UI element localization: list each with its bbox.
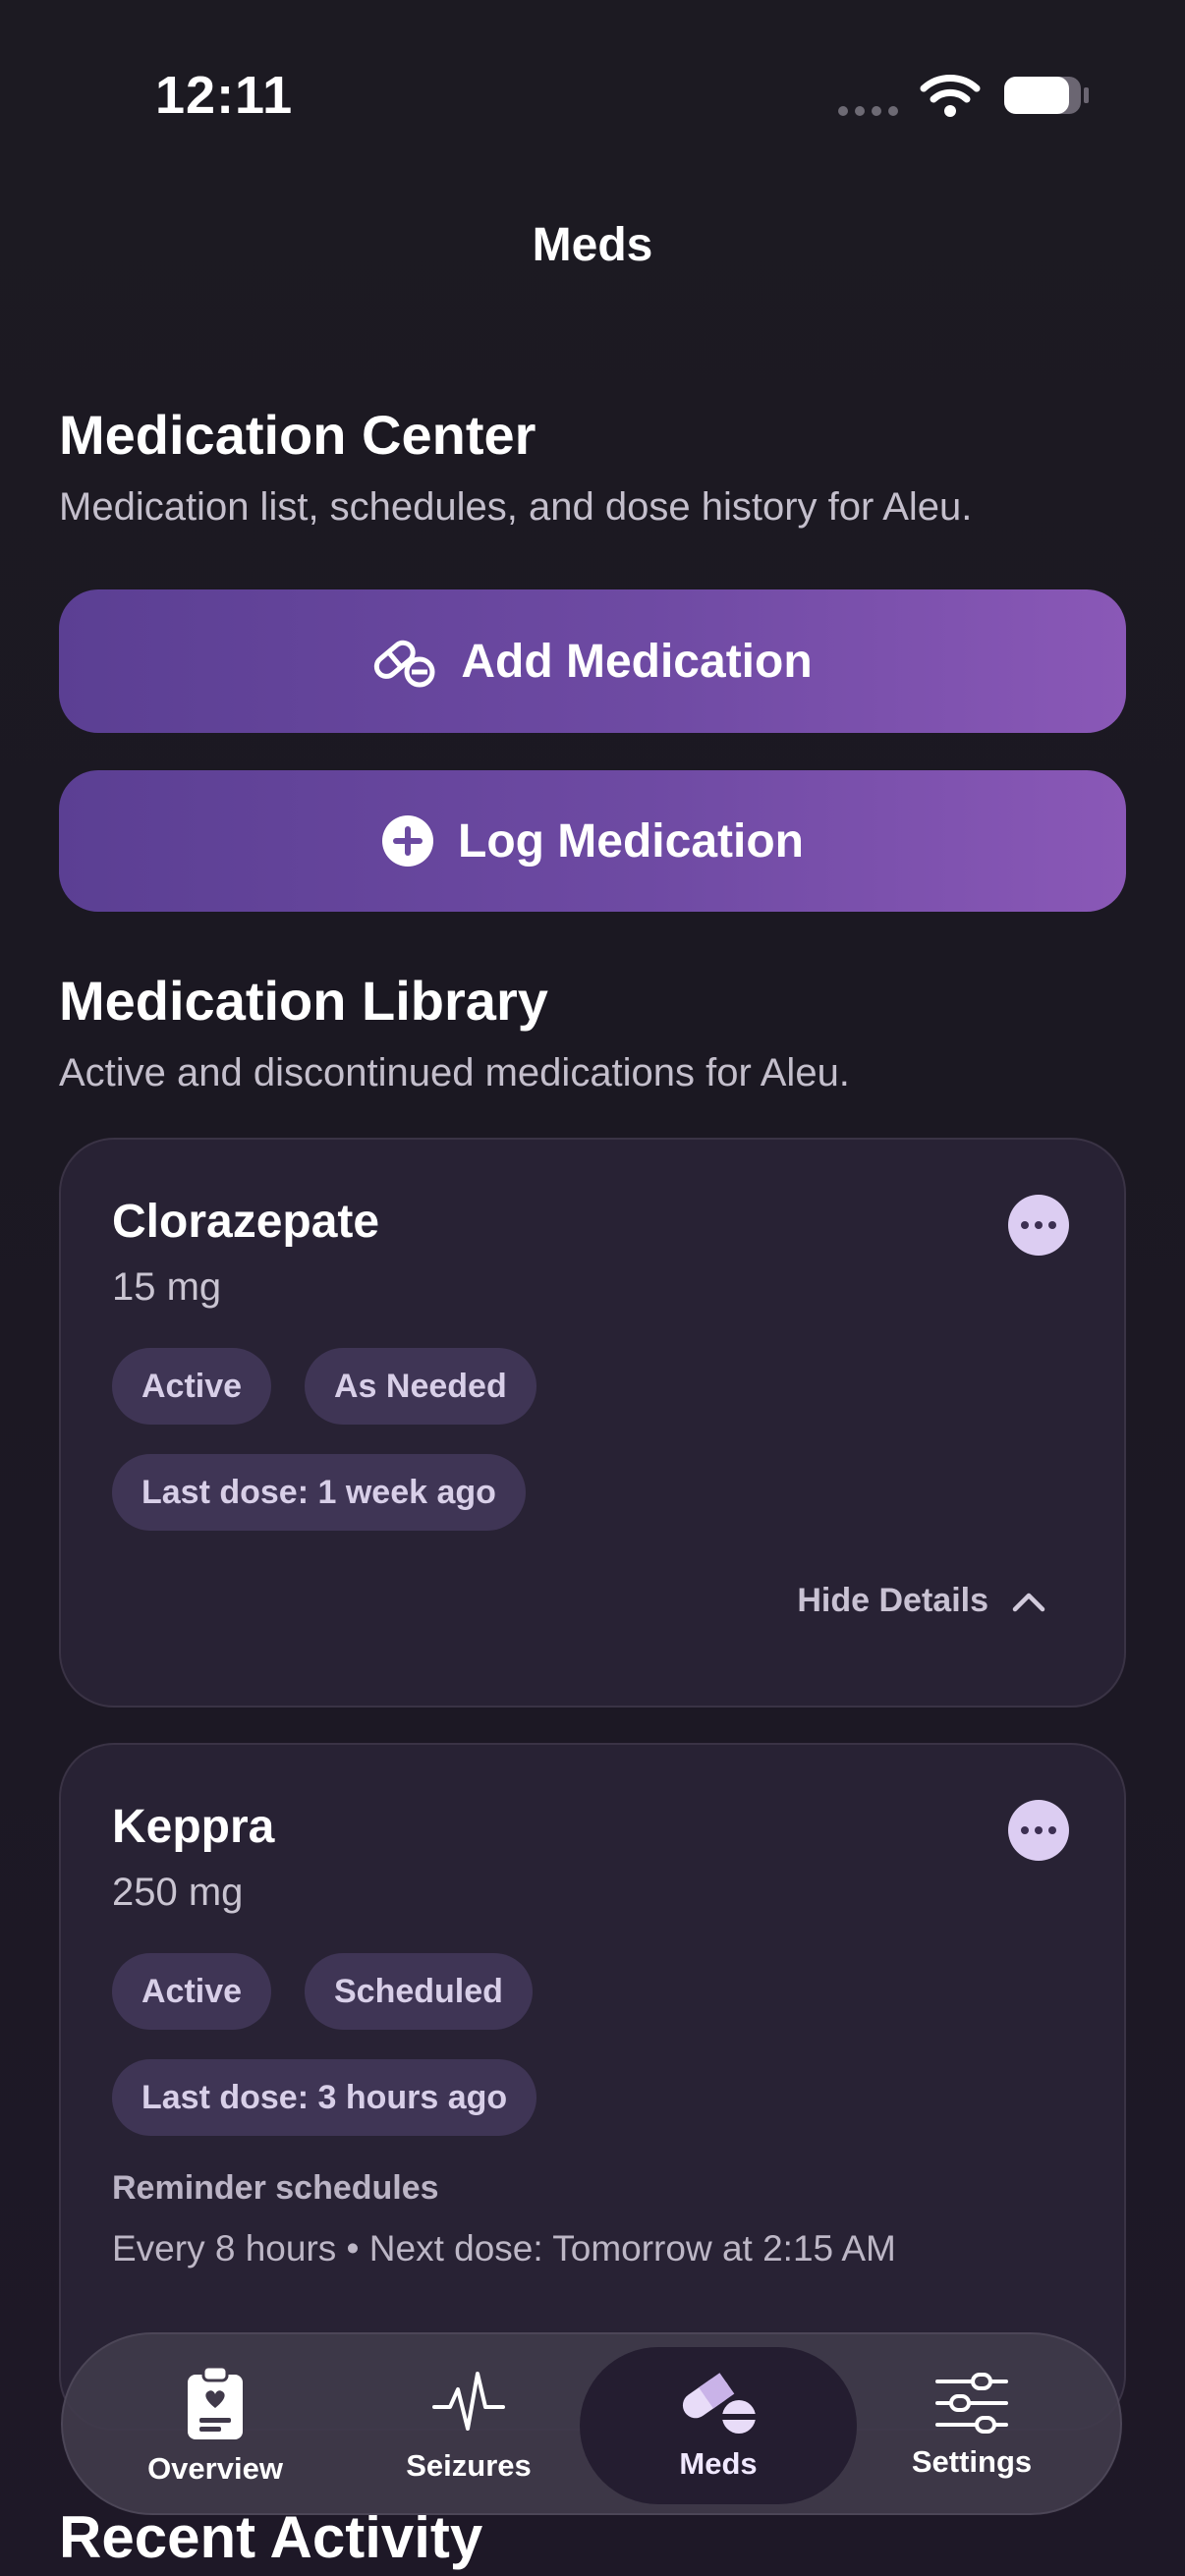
medication-center-subtitle: Medication list, schedules, and dose his… bbox=[59, 485, 973, 529]
medication-name: Clorazepate bbox=[112, 1196, 380, 1248]
clipboard-heart-icon bbox=[188, 2365, 243, 2439]
hide-details-button[interactable]: Hide Details bbox=[797, 1582, 1045, 1620]
reminder-schedules-label: Reminder schedules bbox=[112, 2169, 439, 2207]
add-medication-button[interactable]: Add Medication bbox=[59, 589, 1126, 733]
medication-library-heading: Medication Library bbox=[59, 970, 548, 1032]
add-medication-label: Add Medication bbox=[461, 635, 813, 688]
status-bar: 12:11 bbox=[0, 0, 1185, 196]
medication-library-subtitle: Active and discontinued medications for … bbox=[59, 1051, 850, 1094]
hide-details-label: Hide Details bbox=[797, 1582, 988, 1619]
medication-center-heading: Medication Center bbox=[59, 404, 536, 466]
medication-dose: 15 mg bbox=[112, 1265, 222, 1309]
tab-label: Overview bbox=[147, 2451, 283, 2486]
more-options-button[interactable] bbox=[1008, 1195, 1069, 1256]
last-dose-chip: Last dose: 1 week ago bbox=[112, 1454, 526, 1531]
medication-card-clorazepate[interactable]: Clorazepate 15 mg Active As Needed Last … bbox=[59, 1138, 1126, 1708]
wifi-icon bbox=[920, 75, 981, 117]
tab-bar: Overview Seizures Meds Settings bbox=[61, 2332, 1122, 2515]
battery-icon bbox=[1004, 77, 1089, 114]
waveform-icon bbox=[432, 2372, 505, 2431]
pills-icon bbox=[682, 2373, 758, 2434]
status-time: 12:11 bbox=[155, 66, 294, 125]
tab-label: Seizures bbox=[406, 2448, 532, 2483]
pills-icon bbox=[374, 640, 435, 688]
sliders-icon bbox=[935, 2373, 1008, 2434]
reminder-schedule-text: Every 8 hours • Next dose: Tomorrow at 2… bbox=[112, 2228, 896, 2268]
tab-label: Meds bbox=[679, 2446, 758, 2481]
chevron-up-icon bbox=[1012, 1593, 1045, 1611]
frequency-chip: Scheduled bbox=[305, 1953, 533, 2030]
plus-circle-icon bbox=[382, 815, 433, 867]
frequency-chip: As Needed bbox=[305, 1348, 536, 1425]
last-dose-chip: Last dose: 3 hours ago bbox=[112, 2059, 537, 2136]
cellular-signal-icon bbox=[838, 106, 898, 116]
status-chip-active: Active bbox=[112, 1953, 272, 2030]
tab-label: Settings bbox=[911, 2444, 1033, 2479]
log-medication-button[interactable]: Log Medication bbox=[59, 770, 1126, 912]
medication-card-keppra[interactable]: Keppra 250 mg Active Scheduled Last dose… bbox=[59, 1743, 1126, 2431]
tab-overview[interactable]: Overview bbox=[92, 2334, 338, 2517]
status-chip-active: Active bbox=[112, 1348, 272, 1425]
tab-settings[interactable]: Settings bbox=[849, 2334, 1095, 2517]
medication-dose: 250 mg bbox=[112, 1871, 244, 1914]
more-options-button[interactable] bbox=[1008, 1800, 1069, 1861]
log-medication-label: Log Medication bbox=[458, 814, 804, 868]
page-title: Meds bbox=[532, 219, 653, 271]
tab-meds[interactable]: Meds bbox=[580, 2347, 857, 2504]
tab-seizures[interactable]: Seizures bbox=[346, 2334, 592, 2517]
medication-name: Keppra bbox=[112, 1801, 275, 1853]
